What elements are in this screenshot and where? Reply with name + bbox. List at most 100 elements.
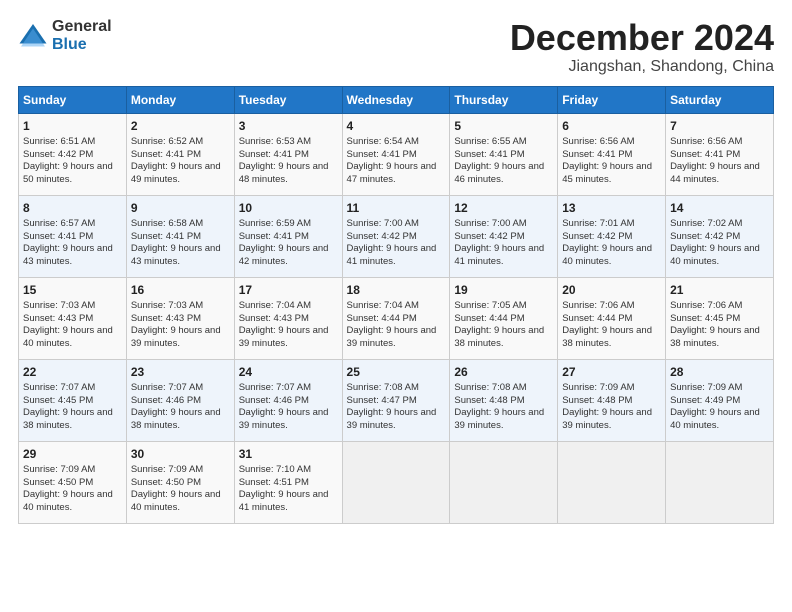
sunset-text: Sunset: 4:46 PM [239, 395, 309, 406]
calendar-cell [450, 441, 558, 523]
sunset-text: Sunset: 4:48 PM [454, 395, 524, 406]
daylight-text: Daylight: 9 hours and 39 minutes. [239, 407, 329, 431]
sunset-text: Sunset: 4:45 PM [670, 313, 740, 324]
sunrise-text: Sunrise: 7:09 AM [670, 382, 742, 393]
sunset-text: Sunset: 4:42 PM [562, 231, 632, 242]
sunrise-text: Sunrise: 7:04 AM [347, 300, 419, 311]
daylight-text: Daylight: 9 hours and 39 minutes. [239, 325, 329, 349]
logo-icon [18, 21, 48, 51]
daylight-text: Daylight: 9 hours and 41 minutes. [347, 243, 437, 267]
calendar-cell: 23Sunrise: 7:07 AMSunset: 4:46 PMDayligh… [126, 359, 234, 441]
sunrise-text: Sunrise: 6:59 AM [239, 218, 311, 229]
sunrise-text: Sunrise: 7:07 AM [23, 382, 95, 393]
daylight-text: Daylight: 9 hours and 40 minutes. [131, 489, 221, 513]
calendar-cell: 20Sunrise: 7:06 AMSunset: 4:44 PMDayligh… [558, 277, 666, 359]
daylight-text: Daylight: 9 hours and 39 minutes. [454, 407, 544, 431]
calendar-cell: 13 Sunrise: 7:01 AM Sunset: 4:42 PMDayligh… [558, 195, 666, 277]
col-header-saturday: Saturday [666, 86, 774, 113]
daylight-text: Daylight: 9 hours and 45 minutes. [562, 161, 652, 185]
sunrise-text: Sunrise: 6:55 AM [454, 136, 526, 147]
daylight-text: Daylight: 9 hours and 49 minutes. [131, 161, 221, 185]
sunrise-text: Sunrise: 7:00 AM [347, 218, 419, 229]
logo-text: General Blue [52, 18, 112, 53]
day-number: 3 [239, 118, 338, 134]
sunrise-text: Sunrise: 6:56 AM [562, 136, 634, 147]
calendar-cell: 1Sunrise: 6:51 AMSunset: 4:42 PMDaylight… [19, 113, 127, 195]
day-number: 23 [131, 364, 230, 380]
daylight-text: Daylight: 9 hours and 38 minutes. [23, 407, 113, 431]
day-number: 5 [454, 118, 553, 134]
day-number: 12 [454, 200, 553, 216]
logo-general-text: General [52, 18, 112, 36]
daylight-text: Daylight: 9 hours and 39 minutes. [347, 407, 437, 431]
day-number: 1 [23, 118, 122, 134]
daylight-text: Daylight: 9 hours and 40 minutes. [562, 243, 652, 267]
day-number: 11 [347, 200, 446, 216]
calendar-cell: 30Sunrise: 7:09 AMSunset: 4:50 PMDayligh… [126, 441, 234, 523]
week-row-1: 1Sunrise: 6:51 AMSunset: 4:42 PMDaylight… [19, 113, 774, 195]
sunset-text: Sunset: 4:46 PM [131, 395, 201, 406]
calendar-cell: 6Sunrise: 6:56 AMSunset: 4:41 PMDaylight… [558, 113, 666, 195]
calendar-cell: 29Sunrise: 7:09 AMSunset: 4:50 PMDayligh… [19, 441, 127, 523]
day-number: 17 [239, 282, 338, 298]
calendar-cell: 25Sunrise: 7:08 AMSunset: 4:47 PMDayligh… [342, 359, 450, 441]
sunrise-text: Sunrise: 7:08 AM [347, 382, 419, 393]
sunset-text: Sunset: 4:41 PM [131, 149, 201, 160]
sunrise-text: Sunrise: 7:00 AM [454, 218, 526, 229]
daylight-text: Daylight: 9 hours and 39 minutes. [131, 325, 221, 349]
sunrise-text: Sunrise: 7:01 AM [562, 218, 634, 229]
day-number: 10 [239, 200, 338, 216]
page: General Blue December 2024 Jiangshan, Sh… [0, 0, 792, 612]
sunset-text: Sunset: 4:41 PM [347, 149, 417, 160]
sunset-text: Sunset: 4:49 PM [670, 395, 740, 406]
day-number: 27 [562, 364, 661, 380]
sunrise-text: Sunrise: 7:10 AM [239, 464, 311, 475]
day-number: 18 [347, 282, 446, 298]
day-number: 13 [562, 200, 661, 216]
sunrise-text: Sunrise: 6:53 AM [239, 136, 311, 147]
sunset-text: Sunset: 4:43 PM [131, 313, 201, 324]
sunrise-text: Sunrise: 7:03 AM [23, 300, 95, 311]
sunrise-text: Sunrise: 7:03 AM [131, 300, 203, 311]
sunset-text: Sunset: 4:51 PM [239, 477, 309, 488]
sunset-text: Sunset: 4:42 PM [23, 149, 93, 160]
sunrise-text: Sunrise: 7:07 AM [239, 382, 311, 393]
sunset-text: Sunset: 4:42 PM [454, 231, 524, 242]
sunset-text: Sunset: 4:47 PM [347, 395, 417, 406]
day-number: 6 [562, 118, 661, 134]
sunrise-text: Sunrise: 7:09 AM [23, 464, 95, 475]
day-number: 16 [131, 282, 230, 298]
calendar-cell: 5Sunrise: 6:55 AMSunset: 4:41 PMDaylight… [450, 113, 558, 195]
calendar-cell: 7Sunrise: 6:56 AMSunset: 4:41 PMDaylight… [666, 113, 774, 195]
daylight-text: Daylight: 9 hours and 38 minutes. [562, 325, 652, 349]
day-number: 14 [670, 200, 769, 216]
sunset-text: Sunset: 4:44 PM [347, 313, 417, 324]
sunrise-text: Sunrise: 6:56 AM [670, 136, 742, 147]
daylight-text: Daylight: 9 hours and 41 minutes. [239, 489, 329, 513]
daylight-text: Daylight: 9 hours and 40 minutes. [670, 407, 760, 431]
day-number: 8 [23, 200, 122, 216]
sunrise-text: Sunrise: 6:54 AM [347, 136, 419, 147]
day-number: 22 [23, 364, 122, 380]
calendar-cell: 26Sunrise: 7:08 AMSunset: 4:48 PMDayligh… [450, 359, 558, 441]
col-header-sunday: Sunday [19, 86, 127, 113]
sunrise-text: Sunrise: 7:09 AM [131, 464, 203, 475]
sunrise-text: Sunrise: 7:06 AM [670, 300, 742, 311]
sunset-text: Sunset: 4:41 PM [23, 231, 93, 242]
calendar-cell: 11Sunrise: 7:00 AMSunset: 4:42 PMDayligh… [342, 195, 450, 277]
header-row: SundayMondayTuesdayWednesdayThursdayFrid… [19, 86, 774, 113]
calendar-cell: 3Sunrise: 6:53 AMSunset: 4:41 PMDaylight… [234, 113, 342, 195]
sunrise-text: Sunrise: 7:06 AM [562, 300, 634, 311]
calendar-cell [558, 441, 666, 523]
sunset-text: Sunset: 4:41 PM [239, 149, 309, 160]
day-number: 7 [670, 118, 769, 134]
calendar-cell: 27Sunrise: 7:09 AMSunset: 4:48 PMDayligh… [558, 359, 666, 441]
logo-blue-text: Blue [52, 36, 112, 54]
sunset-text: Sunset: 4:41 PM [670, 149, 740, 160]
daylight-text: Daylight: 9 hours and 38 minutes. [454, 325, 544, 349]
day-number: 30 [131, 446, 230, 462]
calendar-cell: 9Sunrise: 6:58 AMSunset: 4:41 PMDaylight… [126, 195, 234, 277]
sunrise-text: Sunrise: 6:52 AM [131, 136, 203, 147]
logo: General Blue [18, 18, 112, 53]
calendar-cell: 19Sunrise: 7:05 AMSunset: 4:44 PMDayligh… [450, 277, 558, 359]
